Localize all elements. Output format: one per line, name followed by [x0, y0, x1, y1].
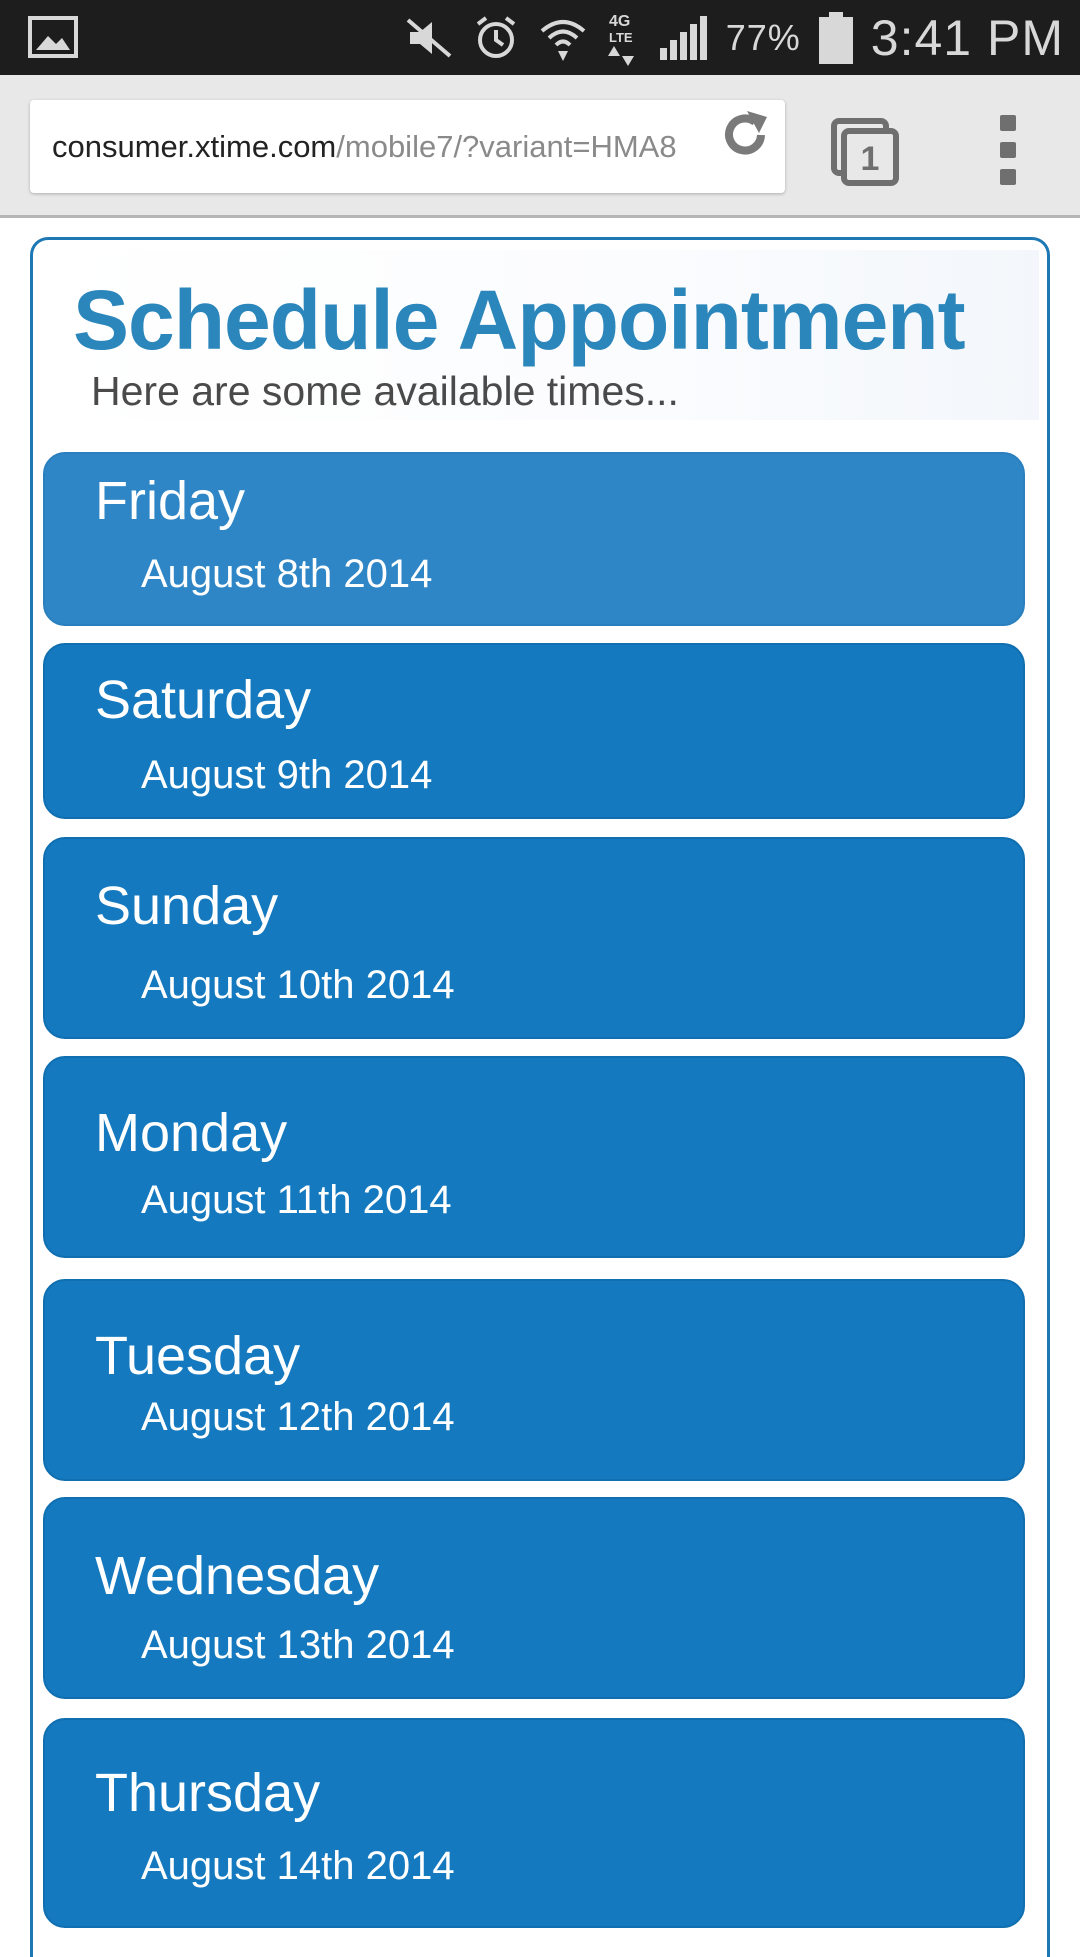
day-name: Tuesday [95, 1326, 301, 1386]
url-host: consumer.xtime.com [52, 128, 337, 164]
day-name: Sunday [95, 876, 279, 936]
address-bar[interactable]: consumer.xtime.com/mobile7/?variant=HMA8 [30, 100, 785, 193]
day-date: August 10th 2014 [141, 963, 455, 1007]
day-button-saturday[interactable]: Saturday August 9th 2014 [43, 643, 1025, 819]
url-path: /mobile7/?variant=HMA8 [336, 128, 677, 164]
svg-text:LTE: LTE [609, 30, 633, 45]
day-button-thursday[interactable]: Thursday August 14th 2014 [43, 1718, 1025, 1928]
day-name: Thursday [95, 1763, 321, 1823]
day-button-tuesday[interactable]: Tuesday August 12th 2014 [43, 1279, 1025, 1481]
tab-count: 1 [861, 140, 880, 178]
page-subtitle: Here are some available times... [91, 368, 679, 414]
menu-dot [1000, 169, 1016, 185]
browser-toolbar: consumer.xtime.com/mobile7/?variant=HMA8… [0, 75, 1080, 218]
wifi-icon [538, 13, 588, 63]
day-date: August 8th 2014 [141, 552, 433, 596]
battery-icon [818, 11, 853, 64]
mute-icon [404, 16, 454, 60]
reload-button[interactable] [710, 102, 780, 172]
lte-4g-icon: 4G LTE [606, 10, 640, 66]
day-date: August 12th 2014 [141, 1395, 455, 1439]
image-icon [28, 16, 78, 63]
day-name: Saturday [95, 670, 312, 730]
day-name: Friday [95, 471, 246, 531]
svg-text:4G: 4G [609, 13, 630, 30]
alarm-icon [472, 14, 520, 62]
day-date: August 9th 2014 [141, 753, 433, 797]
day-date: August 13th 2014 [141, 1623, 455, 1667]
day-date: August 14th 2014 [141, 1844, 455, 1888]
clock-time: 3:41 PM [870, 9, 1064, 66]
status-bar: 4G LTE 77% 3:41 PM [0, 0, 1080, 75]
reload-icon [717, 107, 773, 168]
day-button-sunday[interactable]: Sunday August 10th 2014 [43, 837, 1025, 1039]
day-button-wednesday[interactable]: Wednesday August 13th 2014 [43, 1497, 1025, 1699]
page-title: Schedule Appointment [73, 273, 966, 367]
day-name: Wednesday [95, 1546, 380, 1606]
overflow-menu-button[interactable] [990, 115, 1026, 185]
battery-percent: 77% [725, 16, 801, 58]
day-button-monday[interactable]: Monday August 11th 2014 [43, 1056, 1025, 1258]
signal-icon [658, 14, 708, 62]
page-card: Schedule Appointment Here are some avail… [30, 237, 1050, 1957]
menu-dot [1000, 115, 1016, 131]
day-name: Monday [95, 1103, 288, 1163]
tabs-button[interactable]: 1 [825, 112, 905, 192]
day-button-friday[interactable]: Friday August 8th 2014 [43, 452, 1025, 626]
menu-dot [1000, 142, 1016, 158]
day-date: August 11th 2014 [141, 1178, 452, 1222]
header-panel: Schedule Appointment Here are some avail… [49, 250, 1039, 420]
